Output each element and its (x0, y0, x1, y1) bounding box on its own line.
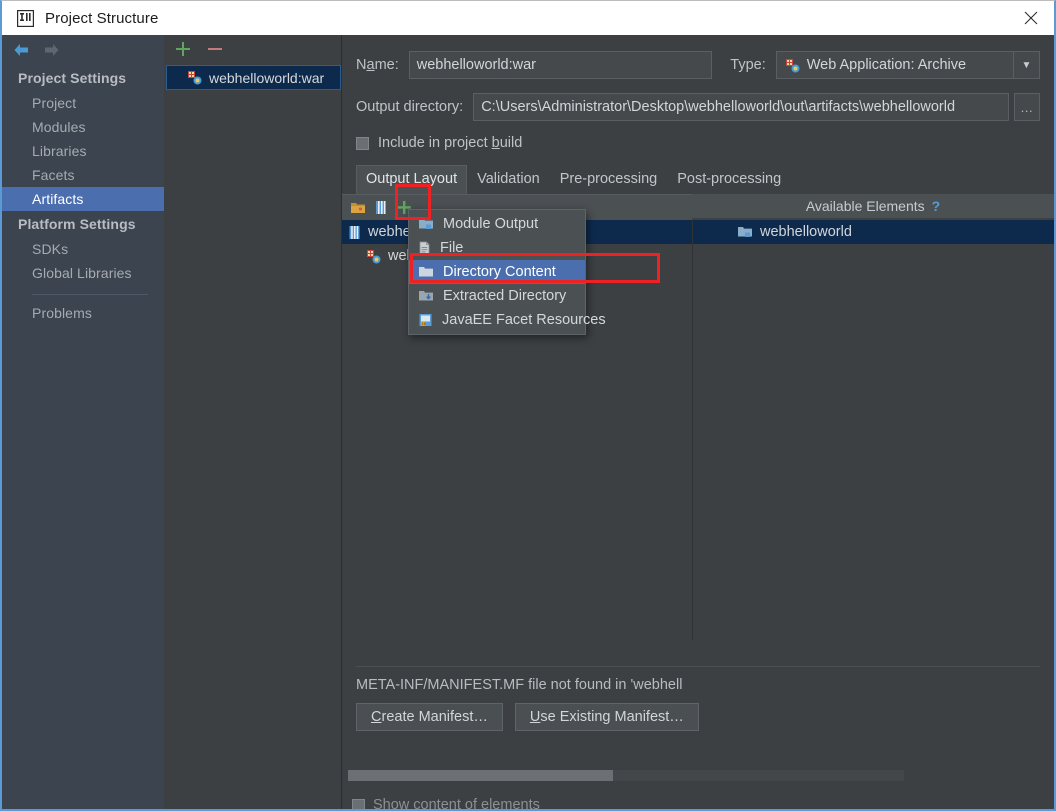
available-elements-header-row: Available Elements ? (692, 194, 1054, 218)
available-element-label: webhelloworld (760, 224, 852, 240)
directory-icon (418, 265, 434, 279)
sidebar-item-artifacts[interactable]: Artifacts (2, 187, 164, 211)
show-content-label: Show content of elements (373, 797, 540, 809)
artifact-details-panel: Name: webhelloworld:war Type: Web Applic… (342, 35, 1054, 809)
sidebar-separator (32, 294, 148, 295)
type-label: Type: (730, 57, 766, 73)
available-elements-tree: webhelloworld (692, 220, 1054, 640)
module-output-icon (418, 217, 434, 231)
horizontal-scrollbar-thumb[interactable] (348, 770, 613, 781)
sidebar-group-label: Platform Settings (18, 216, 136, 232)
extracted-directory-icon (418, 289, 434, 303)
archive-icon (348, 225, 361, 240)
menu-item-extracted-directory[interactable]: Extracted Directory (409, 284, 585, 308)
war-artifact-icon (366, 249, 381, 264)
artifact-list-item-label: webhelloworld:war (209, 69, 325, 86)
sidebar-item-modules[interactable]: Modules (2, 115, 164, 139)
sidebar-item-sdks[interactable]: SDKs (2, 237, 164, 261)
javaee-facet-icon: EE (418, 313, 433, 327)
window-title: Project Structure (45, 9, 159, 27)
show-content-checkbox[interactable] (352, 798, 365, 809)
bottom-options-strip: Show content of elements (342, 795, 1054, 809)
help-icon[interactable]: ? (932, 198, 941, 214)
sidebar-item-problems[interactable]: Problems (2, 301, 164, 325)
sidebar-item-global-libraries[interactable]: Global Libraries (2, 261, 164, 285)
show-content-checkbox-row[interactable]: Show content of elements (352, 797, 540, 809)
name-type-row: Name: webhelloworld:war Type: Web Applic… (342, 51, 1054, 79)
include-in-build-checkbox[interactable] (356, 136, 369, 150)
browse-output-directory-button[interactable]: … (1014, 93, 1040, 121)
new-directory-icon[interactable] (350, 200, 366, 215)
war-artifact-icon (785, 58, 800, 73)
artifacts-list-panel: webhelloworld:war (164, 35, 342, 809)
tab-output-layout[interactable]: Output Layout (356, 165, 468, 194)
menu-item-module-output[interactable]: Module Output (409, 212, 585, 236)
artifacts-toolbar (164, 35, 341, 63)
new-archive-icon[interactable] (374, 200, 388, 215)
sidebar-item-project[interactable]: Project (2, 91, 164, 115)
sidebar-item-libraries[interactable]: Libraries (2, 139, 164, 163)
manifest-message: META-INF/MANIFEST.MF file not found in '… (356, 677, 683, 693)
menu-item-label: Module Output (443, 216, 539, 232)
intellij-idea-icon (16, 9, 34, 27)
sidebar-group-label: Project Settings (18, 70, 127, 86)
artifact-list-item[interactable]: webhelloworld:war (166, 65, 341, 90)
file-icon (418, 241, 431, 256)
close-button[interactable] (1008, 1, 1054, 36)
output-directory-label: Output directory: (356, 99, 464, 115)
arrow-right-icon (42, 42, 60, 58)
artifact-name-input[interactable]: webhelloworld:war (408, 51, 713, 79)
war-artifact-icon (187, 70, 202, 85)
project-structure-dialog: Project Structure Project Settings Proje… (0, 0, 1056, 811)
menu-item-label: JavaEE Facet Resources (442, 312, 606, 328)
menu-item-label: File (440, 240, 464, 256)
artifact-type-combo[interactable]: Web Application: Archive ▼ (775, 51, 1040, 79)
artifact-type-value: Web Application: Archive (806, 57, 967, 73)
settings-sidebar: Project Settings Project Modules Librari… (2, 35, 164, 809)
artifact-tabs: Output Layout Validation Pre-processing … (342, 165, 1054, 194)
output-directory-row: Output directory: C:\Users\Administrator… (342, 93, 1054, 121)
use-existing-manifest-button[interactable]: Use Existing Manifest… (514, 703, 699, 731)
tab-post-processing[interactable]: Post-processing (667, 165, 791, 194)
svg-text:EE: EE (422, 322, 427, 326)
title-bar: Project Structure (0, 0, 1056, 35)
available-element-item[interactable]: webhelloworld (693, 220, 1054, 244)
arrow-left-icon[interactable] (12, 42, 30, 58)
add-element-menu: Module Output File Directory Content Ext… (408, 209, 606, 335)
menu-item-directory-content[interactable]: Directory Content (409, 260, 585, 284)
sidebar-group-project-settings: Project Settings Project Modules Librari… (2, 65, 164, 211)
module-icon (737, 225, 753, 239)
add-artifact-button[interactable] (174, 40, 192, 58)
menu-item-label: Directory Content (443, 264, 556, 280)
tab-pre-processing[interactable]: Pre-processing (550, 165, 668, 194)
sidebar-item-facets[interactable]: Facets (2, 163, 164, 187)
name-label: Name: (356, 57, 399, 73)
menu-item-file[interactable]: File (409, 236, 585, 260)
tab-validation[interactable]: Validation (467, 165, 550, 194)
available-elements-header: Available Elements (805, 198, 925, 214)
horizontal-scrollbar[interactable] (348, 770, 904, 781)
output-layout-tree-area: webhell webh webhelloworld Module Output… (342, 209, 1054, 640)
remove-artifact-button[interactable] (206, 40, 224, 58)
include-in-build-label: Include in project build (378, 135, 523, 151)
sidebar-group-platform-settings: Platform Settings SDKs Global Libraries (2, 211, 164, 285)
create-manifest-button[interactable]: Create Manifest… (356, 703, 503, 731)
output-directory-input[interactable]: C:\Users\Administrator\Desktop\webhellow… (473, 93, 1010, 121)
manifest-buttons: Create Manifest… Use Existing Manifest… (342, 693, 1054, 731)
chevron-down-icon[interactable]: ▼ (1013, 52, 1039, 78)
include-in-build-row[interactable]: Include in project build (342, 135, 1054, 151)
menu-item-javaee-facet-resources[interactable]: EE JavaEE Facet Resources (409, 308, 606, 332)
navigation-arrows (2, 35, 164, 65)
menu-item-label: Extracted Directory (443, 288, 567, 304)
